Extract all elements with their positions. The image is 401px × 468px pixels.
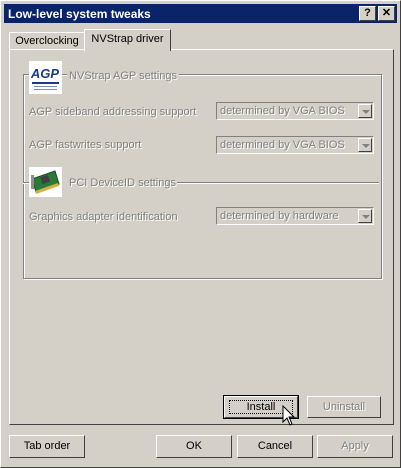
graphics-adapter-id-label: Graphics adapter identification [29, 211, 178, 223]
uninstall-button-label: Uninstall [322, 401, 366, 413]
mouse-cursor-icon [282, 404, 296, 427]
tab-overclocking[interactable]: Overclocking [9, 32, 85, 50]
chevron-down-icon[interactable] [358, 104, 372, 118]
agp-group-title-wrap: NVStrap AGP settings [67, 70, 180, 82]
help-button[interactable]: ? [359, 6, 376, 21]
graphics-card-icon [29, 167, 62, 197]
pci-group-title: PCI DeviceID settings [69, 177, 176, 189]
tab-order-label: Tab order [23, 440, 71, 452]
pci-separator-right [177, 182, 379, 184]
chevron-down-icon[interactable] [358, 209, 372, 223]
tab-nvstrap-driver[interactable]: NVStrap driver [84, 29, 171, 51]
ok-button[interactable]: OK [156, 435, 232, 458]
ok-label: OK [186, 440, 202, 452]
agp-fastwrites-select[interactable]: determined by VGA BIOS [216, 136, 374, 154]
agp-fastwrites-label: AGP fastwrites support [29, 139, 142, 151]
agp-fastwrites-value: determined by VGA BIOS [220, 139, 345, 151]
agp-group-title: NVStrap AGP settings [69, 70, 178, 82]
tab-order-button[interactable]: Tab order [9, 435, 85, 458]
pci-group-title-wrap: PCI DeviceID settings [67, 177, 178, 189]
svg-text:AGP: AGP [30, 66, 60, 81]
tab-overclocking-label: Overclocking [15, 35, 79, 47]
agp-sideband-value: determined by VGA BIOS [220, 105, 345, 117]
chevron-down-icon[interactable] [358, 138, 372, 152]
tab-nvstrap-label: NVStrap driver [91, 33, 164, 45]
agp-sideband-label: AGP sideband addressing support [29, 106, 197, 118]
window-title: Low-level system tweaks [8, 7, 151, 21]
graphics-adapter-id-select[interactable]: determined by hardware [216, 207, 374, 225]
cancel-button[interactable]: Cancel [237, 435, 313, 458]
dialog-window: Low-level system tweaks ? ✕ Overclocking… [0, 0, 401, 468]
graphics-adapter-id-value: determined by hardware [220, 210, 339, 222]
close-button[interactable]: ✕ [378, 6, 395, 21]
apply-button[interactable]: Apply [317, 435, 393, 458]
title-bar[interactable]: Low-level system tweaks ? ✕ [4, 4, 397, 23]
agp-logo-icon: AGP [29, 61, 62, 94]
agp-sideband-select[interactable]: determined by VGA BIOS [216, 102, 374, 120]
apply-label: Apply [341, 440, 369, 452]
uninstall-button[interactable]: Uninstall [307, 396, 381, 418]
cancel-label: Cancel [257, 440, 293, 452]
